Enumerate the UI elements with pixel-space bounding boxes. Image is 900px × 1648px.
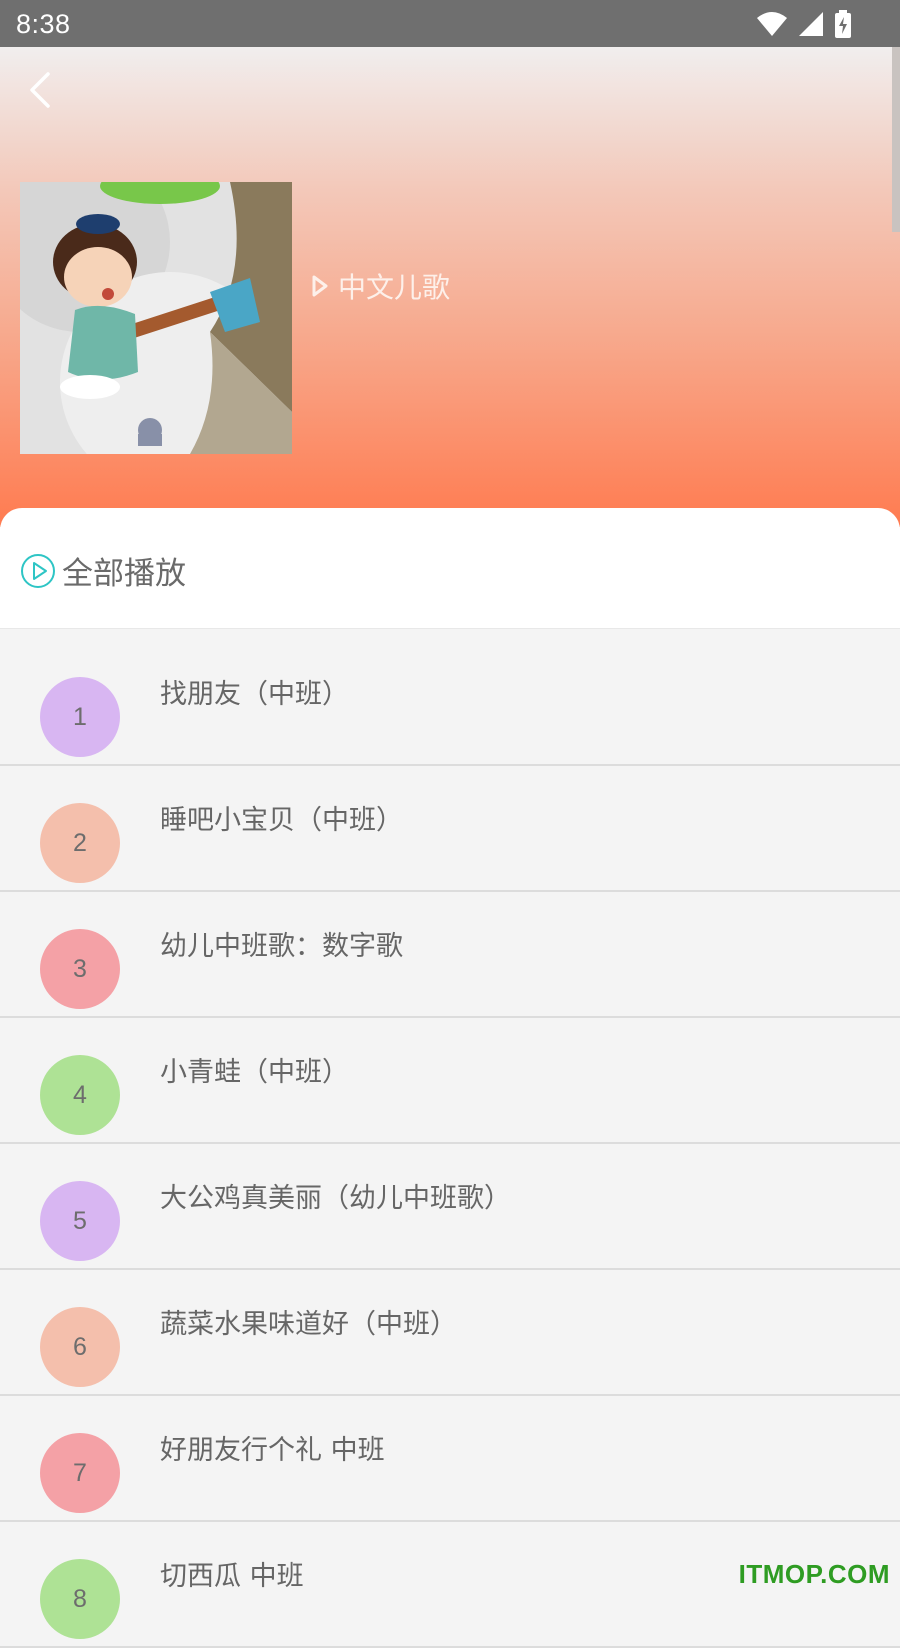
song-row[interactable]: 2 睡吧小宝贝（中班） bbox=[0, 766, 900, 892]
song-row[interactable]: 4 小青蛙（中班） bbox=[0, 1018, 900, 1144]
play-all-panel: 全部播放 bbox=[0, 508, 900, 629]
song-title: 大公鸡真美丽（幼儿中班歌） bbox=[160, 1183, 511, 1214]
song-title: 切西瓜 中班 bbox=[160, 1561, 304, 1592]
status-icons bbox=[756, 10, 852, 38]
play-circle-icon bbox=[21, 553, 55, 588]
song-index-badge: 8 bbox=[40, 1559, 120, 1639]
song-title: 蔬菜水果味道好（中班） bbox=[160, 1309, 457, 1340]
song-index-badge: 7 bbox=[40, 1433, 120, 1513]
album-category-label: 中文儿歌 bbox=[338, 271, 451, 304]
song-row[interactable]: 5 大公鸡真美丽（幼儿中班歌） bbox=[0, 1144, 900, 1270]
song-title: 幼儿中班歌：数字歌 bbox=[160, 931, 403, 962]
song-row[interactable]: 1 找朋友（中班） bbox=[0, 640, 900, 766]
status-bar: 8:38 bbox=[0, 0, 900, 47]
song-row[interactable]: 6 蔬菜水果味道好（中班） bbox=[0, 1270, 900, 1396]
song-title: 找朋友（中班） bbox=[160, 679, 349, 710]
song-index-badge: 5 bbox=[40, 1181, 120, 1261]
battery-icon bbox=[835, 10, 851, 38]
wifi-icon bbox=[757, 12, 787, 36]
song-title: 小青蛙（中班） bbox=[160, 1057, 349, 1088]
status-time: 8:38 bbox=[16, 9, 71, 39]
signal-icon bbox=[799, 12, 823, 36]
song-title: 睡吧小宝贝（中班） bbox=[160, 805, 403, 836]
album-cover-image bbox=[20, 182, 292, 454]
watermark: ITMOP.COM bbox=[738, 1559, 890, 1589]
song-list: 1 找朋友（中班） 2 睡吧小宝贝（中班） 3 幼儿中班歌：数字歌 4 小青蛙（… bbox=[0, 640, 900, 1648]
scrollbar-thumb[interactable] bbox=[892, 47, 900, 232]
song-index-badge: 1 bbox=[40, 677, 120, 757]
song-title: 好朋友行个礼 中班 bbox=[160, 1435, 385, 1466]
song-index-badge: 3 bbox=[40, 929, 120, 1009]
song-index-badge: 4 bbox=[40, 1055, 120, 1135]
song-index-badge: 2 bbox=[40, 803, 120, 883]
back-button[interactable] bbox=[24, 68, 60, 112]
album-category[interactable]: 中文儿歌 bbox=[312, 266, 450, 306]
song-index-badge: 6 bbox=[40, 1307, 120, 1387]
play-all-label: 全部播放 bbox=[62, 556, 186, 592]
song-row[interactable]: 7 好朋友行个礼 中班 bbox=[0, 1396, 900, 1522]
play-triangle-icon bbox=[312, 275, 328, 297]
play-all-button[interactable]: 全部播放 bbox=[20, 548, 186, 593]
back-arrow-icon bbox=[30, 72, 50, 108]
song-row[interactable]: 3 幼儿中班歌：数字歌 bbox=[0, 892, 900, 1018]
